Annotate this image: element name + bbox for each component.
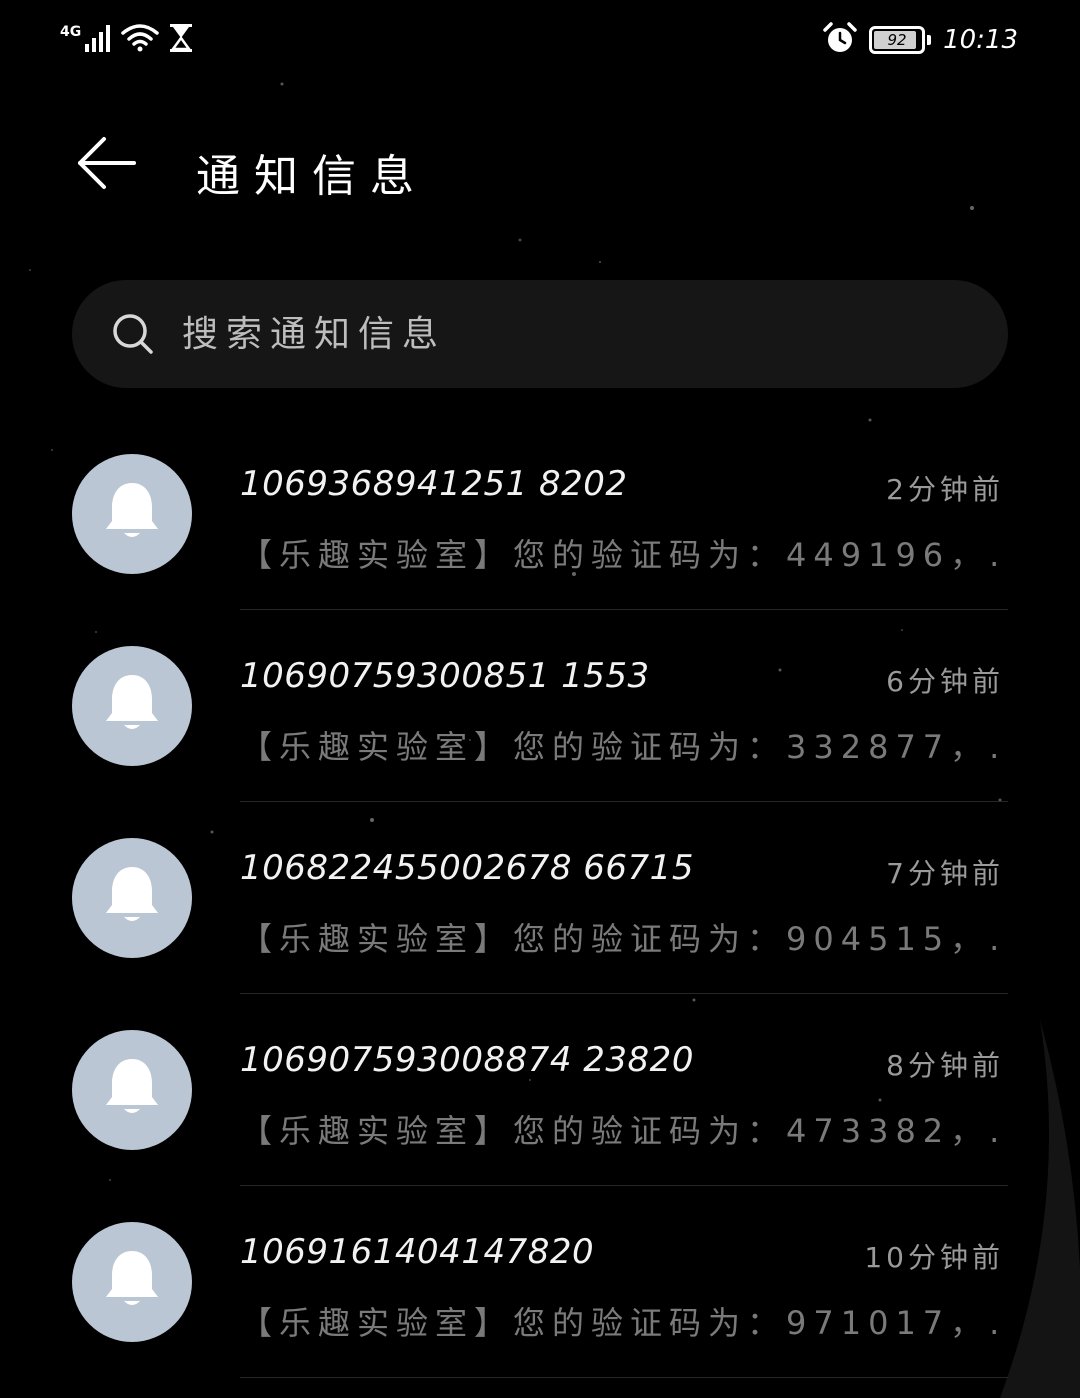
list-item[interactable]: 10690759300851 1553 6分钟前 【乐趣实验室】您的验证码为：3… <box>0 610 1080 802</box>
bell-icon <box>102 479 162 549</box>
bell-icon <box>102 671 162 741</box>
status-right: 92 10:13 <box>823 22 1018 58</box>
page-header: 通知信息 <box>0 120 1080 212</box>
list-item[interactable]: 1069368941251 8202 2分钟前 【乐趣实验室】您的验证码为：44… <box>0 418 1080 610</box>
alarm-icon <box>823 22 857 58</box>
bell-icon <box>102 1247 162 1317</box>
status-bar: 4G 92 10:13 <box>0 0 1080 80</box>
divider <box>240 1377 1008 1378</box>
notification-list: 1069368941251 8202 2分钟前 【乐趣实验室】您的验证码为：44… <box>0 418 1080 1378</box>
sender-number: 106907593008874 23820 <box>240 1040 694 1080</box>
page-title: 通知信息 <box>196 151 428 202</box>
bell-icon <box>102 863 162 933</box>
list-item[interactable]: 106907593008874 23820 8分钟前 【乐趣实验室】您的验证码为… <box>0 994 1080 1186</box>
message-preview: 【乐趣实验室】您的验证码为：332877，... <box>240 728 1000 766</box>
search-input[interactable] <box>182 313 962 355</box>
signal-icon <box>85 24 111 56</box>
sender-number: 106822455002678 66715 <box>240 848 694 888</box>
avatar <box>72 646 192 766</box>
search-bar[interactable] <box>72 280 1008 388</box>
sender-number: 1069161404147820 <box>240 1232 595 1272</box>
search-icon <box>110 311 156 357</box>
sender-number: 10690759300851 1553 <box>240 656 650 696</box>
network-type: 4G <box>60 24 82 40</box>
sender-number: 1069368941251 8202 <box>240 464 628 504</box>
message-preview: 【乐趣实验室】您的验证码为：449196，... <box>240 536 1000 574</box>
back-button[interactable] <box>70 132 142 198</box>
wifi-icon <box>121 23 159 57</box>
battery-icon: 92 <box>869 26 932 54</box>
status-left: 4G <box>60 22 193 58</box>
list-item[interactable]: 1069161404147820 10分钟前 【乐趣实验室】您的验证码为：971… <box>0 1186 1080 1378</box>
avatar <box>72 1030 192 1150</box>
hourglass-icon <box>169 23 193 57</box>
message-preview: 【乐趣实验室】您的验证码为：904515，... <box>240 920 1000 958</box>
message-preview: 【乐趣实验室】您的验证码为：971017，... <box>240 1304 1000 1342</box>
message-preview: 【乐趣实验室】您的验证码为：473382，... <box>240 1112 1000 1150</box>
avatar <box>72 454 192 574</box>
back-arrow-icon <box>74 133 138 197</box>
list-item[interactable]: 106822455002678 66715 7分钟前 【乐趣实验室】您的验证码为… <box>0 802 1080 994</box>
status-time: 10:13 <box>943 25 1018 55</box>
message-time: 6分钟前 <box>886 665 1004 698</box>
message-time: 10分钟前 <box>864 1241 1004 1274</box>
message-time: 8分钟前 <box>886 1049 1004 1082</box>
avatar <box>72 838 192 958</box>
bell-icon <box>102 1055 162 1125</box>
avatar <box>72 1222 192 1342</box>
message-time: 7分钟前 <box>886 857 1004 890</box>
battery-level: 92 <box>887 31 907 49</box>
message-time: 2分钟前 <box>886 473 1004 506</box>
